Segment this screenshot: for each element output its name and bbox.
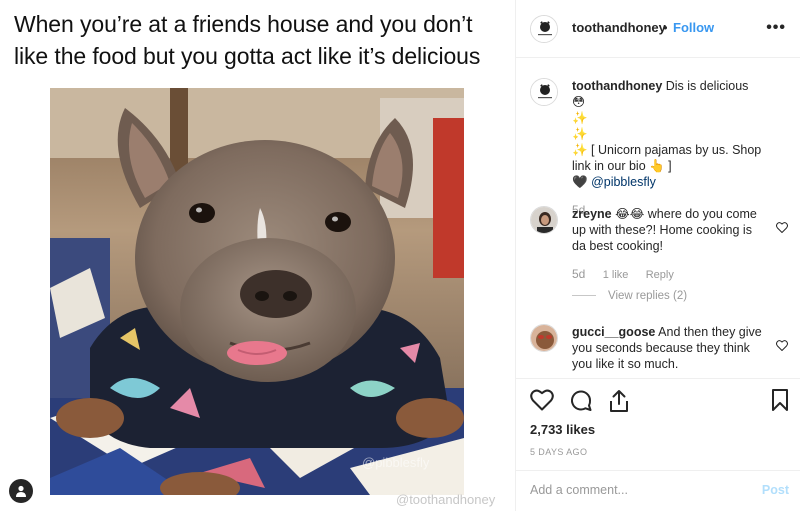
comment-body: gucci__goose And then they give you seco… bbox=[572, 324, 762, 372]
comment-like-icon[interactable] bbox=[776, 220, 788, 238]
post-media: When you’re at a friends house and you d… bbox=[0, 0, 515, 511]
author-avatar[interactable] bbox=[530, 78, 558, 106]
comment-text: ✨ bbox=[572, 111, 588, 125]
comment-meta: 5d 1 like Reply bbox=[572, 266, 762, 283]
comment-body: zreyne 😂😂 where do you come up with thes… bbox=[572, 206, 762, 283]
likes-count[interactable]: 2,733 likes bbox=[530, 422, 595, 437]
commenter-avatar[interactable] bbox=[530, 206, 558, 234]
mention-link[interactable]: @pibblesfly bbox=[591, 175, 656, 189]
comment-text: ✨ bbox=[572, 127, 588, 141]
comment-input[interactable] bbox=[530, 483, 740, 497]
dog-photo[interactable]: @pibblesfly bbox=[50, 88, 464, 495]
post-actions: 2,733 likes 5 DAYS AGO bbox=[516, 378, 800, 461]
view-replies-label: View replies (2) bbox=[608, 290, 688, 302]
view-replies-button[interactable]: View replies (2) bbox=[572, 290, 687, 302]
header-separator: • bbox=[663, 20, 668, 35]
comment-text: ✨ [ Unicorn pajamas by us. Shop link in … bbox=[572, 143, 762, 173]
reply-button[interactable]: Reply bbox=[646, 269, 674, 281]
bookmark-icon[interactable] bbox=[771, 389, 789, 416]
meme-caption: When you’re at a friends house and you d… bbox=[14, 11, 481, 69]
heart-icon[interactable] bbox=[530, 389, 554, 416]
media-watermark: @toothandhoney bbox=[396, 492, 496, 507]
commenter-avatar[interactable] bbox=[530, 324, 558, 352]
post-date[interactable]: 5 DAYS AGO bbox=[530, 447, 587, 457]
comment-username[interactable]: gucci__goose bbox=[572, 325, 655, 339]
more-options-icon[interactable]: ••• bbox=[766, 19, 786, 37]
comment-like-icon[interactable] bbox=[776, 338, 788, 356]
author-username[interactable]: toothandhoney bbox=[572, 20, 666, 35]
post-sidebar: toothandhoney • Follow ••• toothandhoney… bbox=[515, 0, 800, 511]
comment-username[interactable]: toothandhoney bbox=[572, 79, 662, 93]
post-comment-button[interactable]: Post bbox=[762, 483, 789, 497]
post-header: toothandhoney • Follow ••• bbox=[516, 0, 800, 58]
photo-watermark: @pibblesfly bbox=[362, 455, 430, 470]
comment-username[interactable]: zreyne bbox=[572, 207, 612, 221]
replies-divider bbox=[572, 295, 596, 297]
add-comment-bar: Post bbox=[516, 470, 800, 511]
comment-body: toothandhoney Dis is delicious 😳 ✨ ✨ ✨ [… bbox=[572, 78, 762, 218]
comment-icon[interactable] bbox=[569, 389, 593, 418]
comment-time[interactable]: 5d bbox=[572, 267, 585, 281]
user-icon[interactable] bbox=[9, 479, 33, 503]
follow-button[interactable]: Follow bbox=[673, 20, 714, 35]
share-icon[interactable] bbox=[608, 389, 630, 418]
comment-likes[interactable]: 1 like bbox=[603, 269, 629, 281]
comments-list[interactable]: toothandhoney Dis is delicious 😳 ✨ ✨ ✨ [… bbox=[516, 58, 800, 378]
comment-text: 🖤 bbox=[572, 175, 588, 189]
author-avatar[interactable] bbox=[530, 15, 558, 43]
